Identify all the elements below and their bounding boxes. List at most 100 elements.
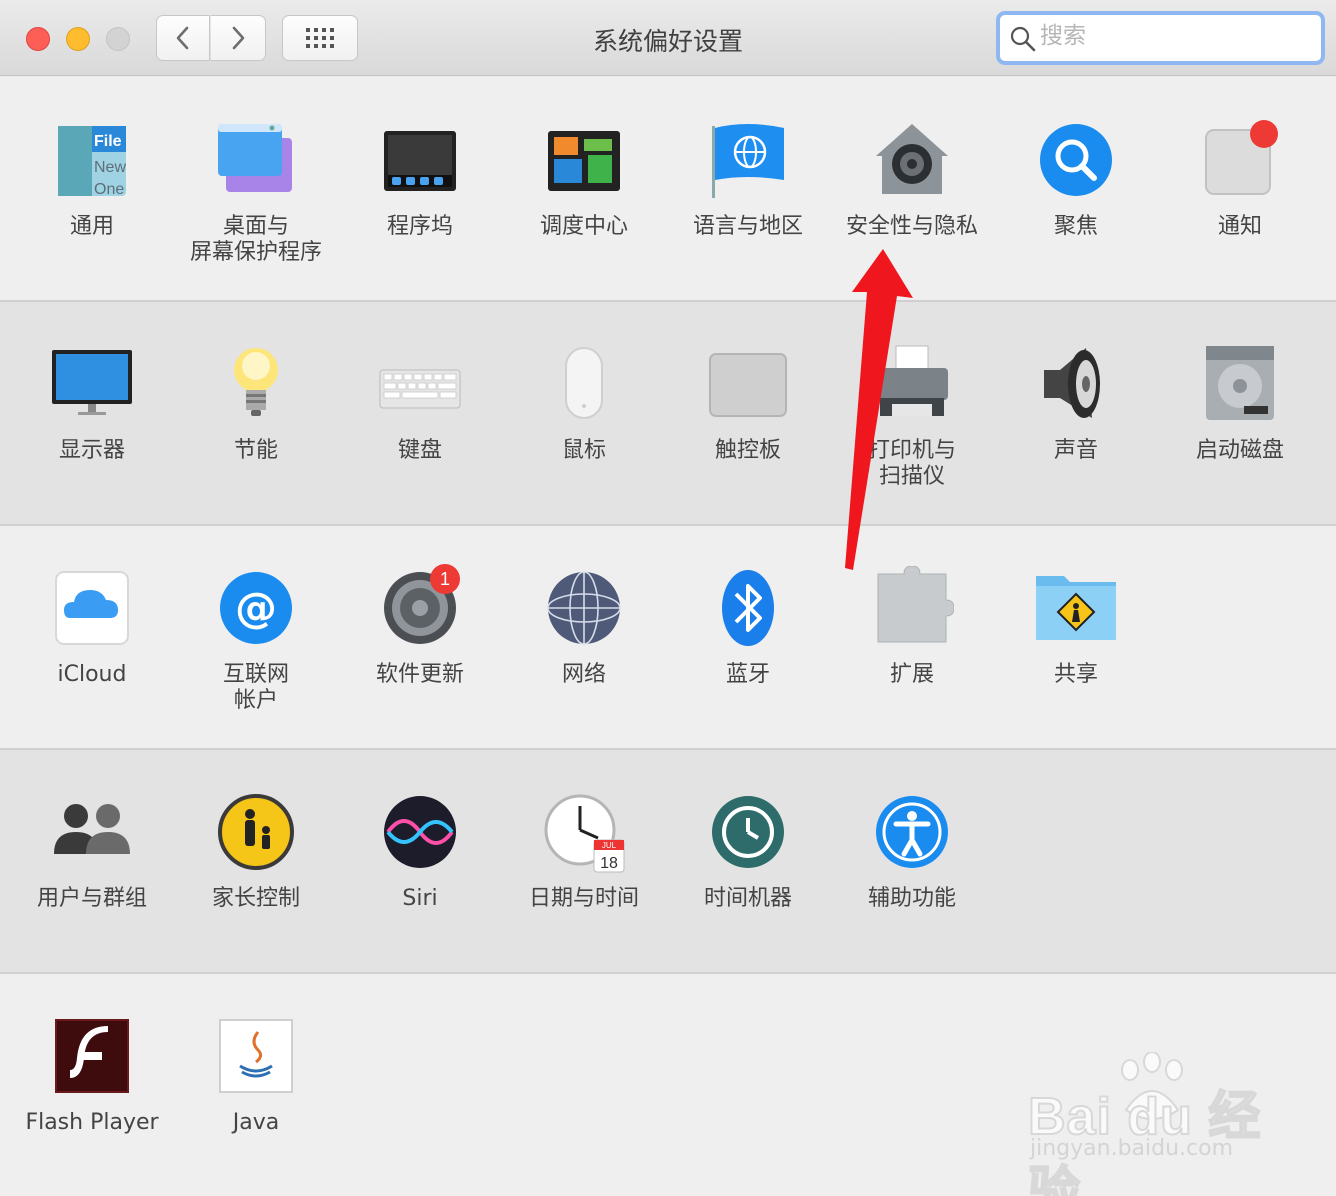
pref-label: 用户与群组 bbox=[36, 886, 147, 911]
sharing-icon bbox=[1034, 566, 1118, 650]
pref-label: 调度中心 bbox=[539, 214, 628, 239]
pref-label: 声音 bbox=[1053, 438, 1098, 463]
pref-internet-accounts[interactable]: @ 互联网 帐户 bbox=[174, 566, 338, 714]
desktop-screensaver-icon bbox=[214, 118, 298, 202]
svg-text:New: New bbox=[94, 159, 126, 176]
back-button[interactable] bbox=[156, 15, 210, 61]
title-bar: 系统偏好设置 bbox=[0, 0, 1336, 76]
pref-startup-disk[interactable]: 启动磁盘 bbox=[1158, 342, 1322, 464]
pref-label: Java bbox=[232, 1110, 280, 1135]
date-time-icon: JUL 18 bbox=[542, 790, 626, 874]
chevron-right-icon bbox=[232, 26, 245, 50]
mouse-icon bbox=[542, 342, 626, 426]
pref-time-machine[interactable]: 时间机器 bbox=[666, 790, 830, 912]
pref-spotlight[interactable]: 聚焦 bbox=[994, 118, 1158, 240]
pref-label: 显示器 bbox=[58, 438, 125, 463]
svg-text:JUL: JUL bbox=[602, 841, 617, 850]
pref-label: 安全性与隐私 bbox=[845, 214, 978, 239]
search-icon bbox=[1010, 26, 1036, 52]
mission-control-icon bbox=[542, 118, 626, 202]
pref-icloud[interactable]: iCloud bbox=[10, 566, 174, 688]
update-count-badge: 1 bbox=[430, 564, 460, 594]
pref-label: 打印机与 扫描仪 bbox=[867, 438, 956, 489]
icloud-icon bbox=[50, 566, 134, 650]
pref-general[interactable]: File New One 通用 bbox=[10, 118, 174, 240]
pref-printers-scanners[interactable]: 打印机与 扫描仪 bbox=[830, 342, 994, 490]
pref-label: iCloud bbox=[57, 662, 127, 687]
watermark-brand: Bai du 经验 bbox=[1027, 1087, 1262, 1196]
svg-text:One: One bbox=[94, 181, 124, 198]
show-all-button[interactable] bbox=[282, 15, 358, 61]
pref-label: 聚焦 bbox=[1053, 214, 1098, 239]
pref-bluetooth[interactable]: 蓝牙 bbox=[666, 566, 830, 688]
pref-label: 网络 bbox=[561, 662, 606, 687]
pref-parental-controls[interactable]: 家长控制 bbox=[174, 790, 338, 912]
pref-dock[interactable]: 程序坞 bbox=[338, 118, 502, 240]
dock-icon bbox=[378, 118, 462, 202]
pref-date-time[interactable]: JUL 18 日期与时间 bbox=[502, 790, 666, 912]
pref-accessibility[interactable]: 辅助功能 bbox=[830, 790, 994, 912]
pref-label: 桌面与 屏幕保护程序 bbox=[189, 214, 322, 265]
security-privacy-icon bbox=[870, 118, 954, 202]
pref-label: 互联网 帐户 bbox=[222, 662, 289, 713]
pref-label: 扩展 bbox=[889, 662, 934, 687]
pref-software-update[interactable]: 1 软件更新 bbox=[338, 564, 502, 688]
pref-extensions[interactable]: 扩展 bbox=[830, 566, 994, 688]
pref-energy-saver[interactable]: 节能 bbox=[174, 342, 338, 464]
general-icon: File New One bbox=[50, 118, 134, 202]
software-update-icon: 1 bbox=[378, 564, 462, 650]
watermark-url: jingyan.baidu.com bbox=[1030, 1136, 1234, 1161]
svg-text:@: @ bbox=[235, 583, 277, 632]
java-icon bbox=[214, 1014, 298, 1098]
pref-sound[interactable]: 声音 bbox=[994, 342, 1158, 464]
pref-label: 通知 bbox=[1217, 214, 1262, 239]
pref-notifications[interactable]: 通知 bbox=[1158, 118, 1322, 240]
pref-label: 日期与时间 bbox=[528, 886, 639, 911]
displays-icon bbox=[50, 342, 134, 426]
minimize-button[interactable] bbox=[66, 27, 90, 51]
pref-displays[interactable]: 显示器 bbox=[10, 342, 174, 464]
svg-text:18: 18 bbox=[600, 855, 618, 872]
search-input[interactable] bbox=[1040, 23, 1310, 49]
forward-button[interactable] bbox=[211, 15, 266, 61]
sound-icon bbox=[1034, 342, 1118, 426]
pref-label: 鼠标 bbox=[561, 438, 606, 463]
pref-label: 节能 bbox=[233, 438, 278, 463]
pref-java[interactable]: Java bbox=[174, 1014, 338, 1136]
pref-mouse[interactable]: 鼠标 bbox=[502, 342, 666, 464]
pref-network[interactable]: 网络 bbox=[502, 566, 666, 688]
notifications-icon bbox=[1198, 118, 1282, 202]
zoom-button[interactable] bbox=[106, 27, 130, 51]
internet-accounts-icon: @ bbox=[214, 566, 298, 650]
pref-label: 程序坞 bbox=[386, 214, 453, 239]
pref-trackpad[interactable]: 触控板 bbox=[666, 342, 830, 464]
window-title: 系统偏好设置 bbox=[592, 27, 743, 56]
pref-label: Flash Player bbox=[25, 1110, 159, 1135]
chevron-left-icon bbox=[176, 26, 189, 50]
pref-label: 共享 bbox=[1053, 662, 1098, 687]
pref-language-region[interactable]: 语言与地区 bbox=[666, 118, 830, 240]
pref-desktop-screensaver[interactable]: 桌面与 屏幕保护程序 bbox=[174, 118, 338, 266]
pref-label: Siri bbox=[402, 886, 438, 911]
pref-flash-player[interactable]: Flash Player bbox=[10, 1014, 174, 1136]
energy-saver-icon bbox=[214, 342, 298, 426]
network-icon bbox=[542, 566, 626, 650]
pref-label: 家长控制 bbox=[211, 886, 300, 911]
spotlight-icon bbox=[1034, 118, 1118, 202]
close-button[interactable] bbox=[26, 27, 50, 51]
pref-users-groups[interactable]: 用户与群组 bbox=[10, 790, 174, 912]
bluetooth-icon bbox=[706, 566, 790, 650]
pref-label: 启动磁盘 bbox=[1195, 438, 1284, 463]
pref-label: 辅助功能 bbox=[867, 886, 956, 911]
pref-mission-control[interactable]: 调度中心 bbox=[502, 118, 666, 240]
flash-player-icon bbox=[50, 1014, 134, 1098]
pref-label: 通用 bbox=[69, 214, 114, 239]
search-field[interactable] bbox=[996, 11, 1325, 65]
accessibility-icon bbox=[870, 790, 954, 874]
pref-keyboard[interactable]: 键盘 bbox=[338, 342, 502, 464]
pref-siri[interactable]: Siri bbox=[338, 790, 502, 912]
pref-sharing[interactable]: 共享 bbox=[994, 566, 1158, 688]
pref-label: 语言与地区 bbox=[692, 214, 803, 239]
pref-security-privacy[interactable]: 安全性与隐私 bbox=[830, 118, 994, 240]
time-machine-icon bbox=[706, 790, 790, 874]
